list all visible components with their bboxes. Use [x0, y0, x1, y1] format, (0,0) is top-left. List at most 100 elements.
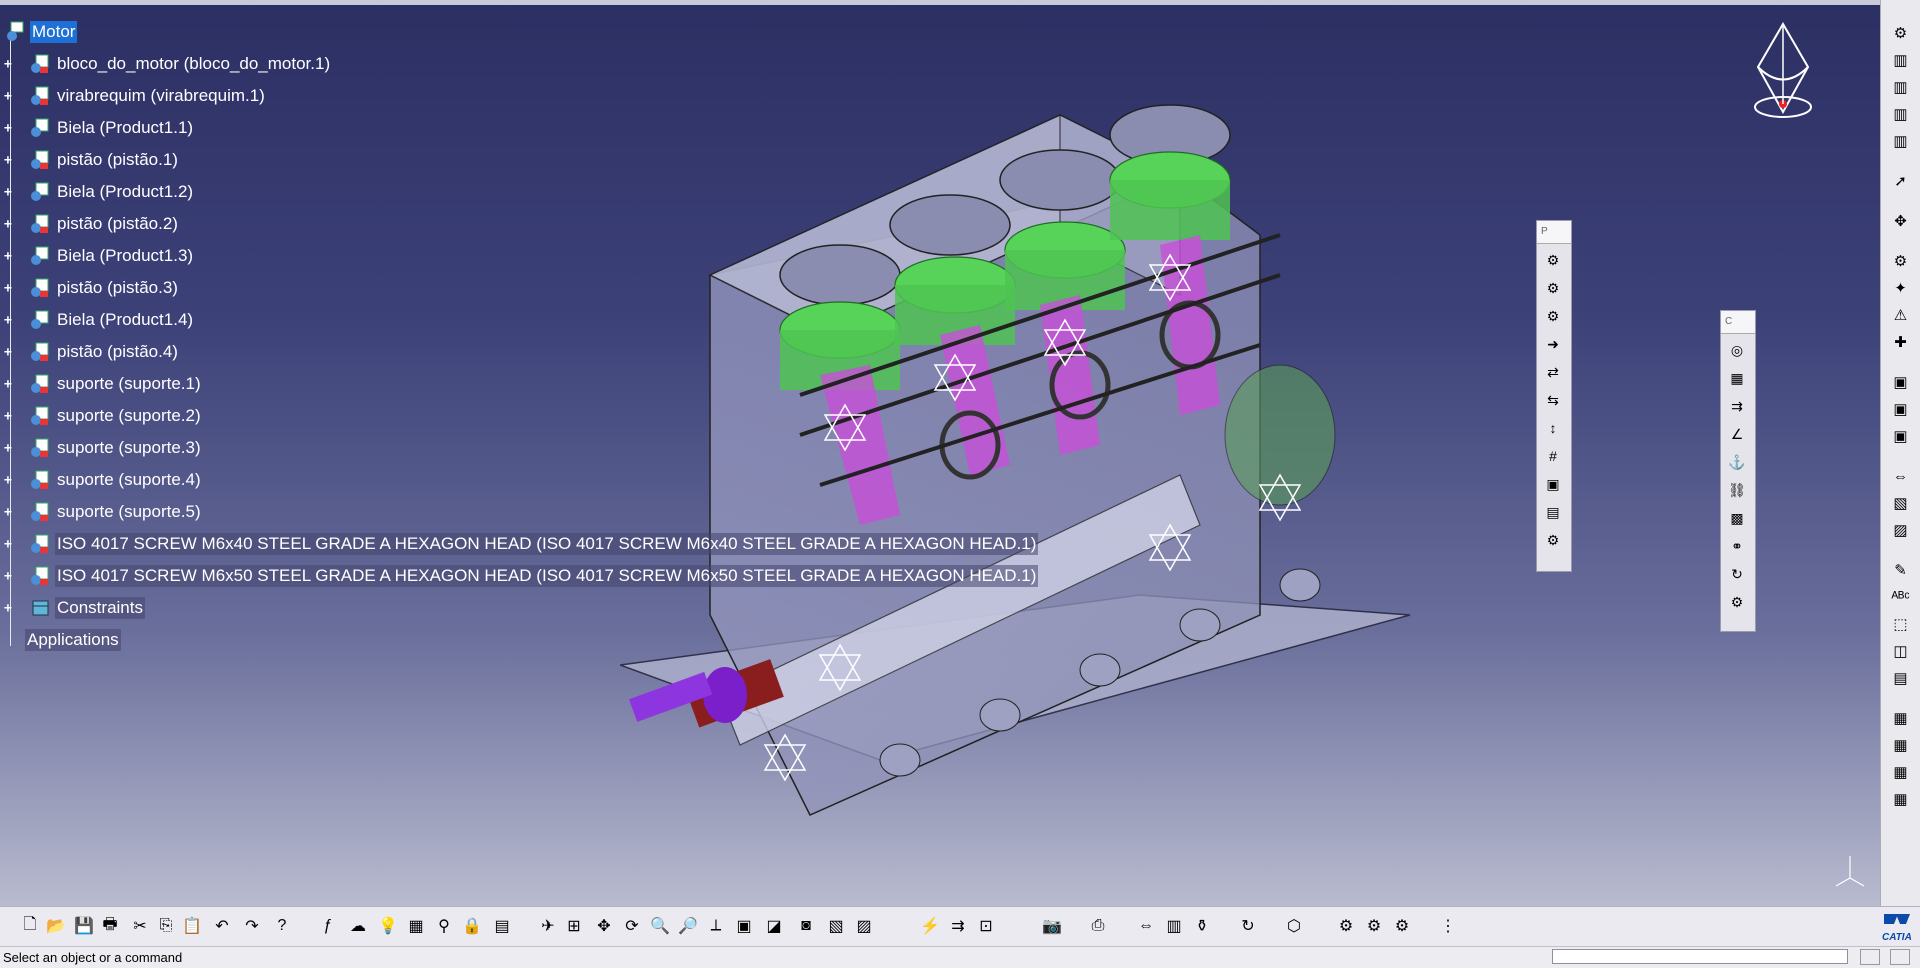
- normal-view-icon[interactable]: ⟂: [704, 913, 728, 939]
- manage-representations-icon[interactable]: ▤: [1541, 500, 1565, 524]
- multi-view-icon[interactable]: ▣: [732, 913, 756, 939]
- zoom-out-icon[interactable]: 🔎: [676, 913, 700, 939]
- replace-component-icon[interactable]: ⇄: [1541, 360, 1565, 384]
- part-icon[interactable]: ▥: [1886, 101, 1916, 127]
- piston-3[interactable]: [1004, 221, 1126, 310]
- tree-item-label[interactable]: Applications: [25, 629, 121, 651]
- flexible-rigid-icon[interactable]: ⚭: [1725, 534, 1749, 558]
- expand-icon[interactable]: +: [4, 506, 15, 519]
- update-icon[interactable]: ▦: [1886, 759, 1916, 785]
- component-icon[interactable]: ⚙: [1541, 276, 1565, 300]
- manipulate-icon[interactable]: ⇉: [946, 913, 970, 939]
- expand-icon[interactable]: +: [4, 122, 15, 135]
- formula-icon[interactable]: ƒ: [316, 913, 340, 939]
- analysis-icon[interactable]: ⎙: [1086, 913, 1110, 939]
- tree-item-label[interactable]: pistão (pistão.1): [55, 149, 180, 171]
- explode-icon[interactable]: ✦: [1886, 275, 1916, 301]
- selective-load-icon[interactable]: ▣: [1541, 472, 1565, 496]
- save-icon[interactable]: 💾: [72, 913, 96, 939]
- light-icon[interactable]: 💡: [376, 913, 400, 939]
- paste-icon[interactable]: 📋: [180, 913, 204, 939]
- compass-icon[interactable]: [1748, 22, 1818, 122]
- tree-icon[interactable]: ⚲: [432, 913, 456, 939]
- publication-icon[interactable]: ▤: [1886, 665, 1916, 691]
- lock-icon[interactable]: 🔒: [460, 913, 484, 939]
- change-constraint-icon[interactable]: ↻: [1725, 562, 1749, 586]
- measure-icon[interactable]: ⇔: [1134, 913, 1158, 939]
- view-icon[interactable]: ⬚: [1886, 611, 1916, 637]
- power-input-button-icon[interactable]: [1860, 949, 1880, 965]
- print-icon[interactable]: 🖶: [98, 913, 122, 939]
- measure-inertia-icon[interactable]: ▨: [1886, 517, 1916, 543]
- open-icon[interactable]: 📂: [44, 913, 68, 939]
- bom-bottom-icon[interactable]: ⚙: [1390, 913, 1414, 939]
- tree-item-label[interactable]: suporte (suporte.5): [55, 501, 203, 523]
- update-all-icon[interactable]: ↻: [1236, 913, 1260, 939]
- expand-icon[interactable]: +: [4, 410, 15, 423]
- tree-item-label[interactable]: pistão (pistão.3): [55, 277, 180, 299]
- text-icon[interactable]: ✎: [1886, 557, 1916, 583]
- piston-4[interactable]: [1109, 151, 1231, 240]
- part-icon[interactable]: ⚙: [1541, 304, 1565, 328]
- expand-icon[interactable]: +: [4, 602, 15, 615]
- redo-icon[interactable]: ↷: [240, 913, 264, 939]
- tree-item-label[interactable]: Biela (Product1.3): [55, 245, 195, 267]
- existing-component-icon[interactable]: ➜: [1541, 332, 1565, 356]
- product-icon[interactable]: ⚙: [1541, 248, 1565, 272]
- expand-icon[interactable]: +: [4, 218, 15, 231]
- sectioning-icon[interactable]: ⚙: [1334, 913, 1358, 939]
- expand-icon[interactable]: +: [4, 282, 15, 295]
- fix-component-icon[interactable]: ⚓: [1725, 450, 1749, 474]
- clash-icon[interactable]: ⚠: [1886, 302, 1916, 328]
- distance-icon[interactable]: ⚙: [1362, 913, 1386, 939]
- engine-block-model[interactable]: [620, 55, 1420, 835]
- angle-constraint-icon[interactable]: ∠: [1725, 422, 1749, 446]
- tree-item-label[interactable]: suporte (suporte.4): [55, 469, 203, 491]
- bottom-toolbar[interactable]: 🗋 📂 💾 🖶 ✂ ⎘ 📋 ↶ ↷ ? ƒ ☁ 💡 ▦ ⚲ 🔒 ▤ ✈ ⊞ ✥ …: [0, 906, 1920, 947]
- contact-constraint-icon[interactable]: ▦: [1725, 366, 1749, 390]
- workbench-icon[interactable]: ⚙: [1886, 20, 1916, 46]
- select-icon[interactable]: ➚: [1886, 168, 1916, 194]
- expand-icon[interactable]: +: [4, 154, 15, 167]
- fit-all-icon[interactable]: ⊞: [562, 913, 586, 939]
- tree-item-label[interactable]: pistão (pistão.4): [55, 341, 180, 363]
- undo-icon[interactable]: ↶: [210, 913, 234, 939]
- snap-bottom-icon[interactable]: ⊡: [974, 913, 998, 939]
- numbering-icon[interactable]: #: [1541, 444, 1565, 468]
- bom-icon[interactable]: ▦: [1886, 732, 1916, 758]
- catalog-browser-icon[interactable]: ⬡: [1282, 913, 1306, 939]
- tree-root-label[interactable]: Motor: [30, 21, 78, 43]
- expand-icon[interactable]: +: [4, 250, 15, 263]
- graph-tree-icon[interactable]: ⇆: [1541, 388, 1565, 412]
- fly-icon[interactable]: ✈: [536, 913, 560, 939]
- coincidence-constraint-icon[interactable]: ◎: [1725, 338, 1749, 362]
- right-toolbar[interactable]: ⚙ ▥ ▥ ▥ ▥ ➚ ✥ ⚙ ✦ ⚠ ✚ ▣ ▣ ▣ ⇔ ▧ ▨ ✎ ᴬᴮᶜ …: [1880, 0, 1920, 906]
- expand-icon[interactable]: +: [4, 346, 15, 359]
- reuse-pattern-icon[interactable]: ⚙: [1725, 590, 1749, 614]
- catalog-icon[interactable]: ▦: [1886, 705, 1916, 731]
- scenes-icon[interactable]: ▣: [1886, 369, 1916, 395]
- expand-icon[interactable]: +: [4, 58, 15, 71]
- annotation-icon[interactable]: ▣: [1886, 396, 1916, 422]
- rotate-icon[interactable]: ⟳: [620, 913, 644, 939]
- flag-note-icon[interactable]: ᴬᴮᶜ: [1886, 584, 1916, 610]
- tree-item-label[interactable]: Biela (Product1.1): [55, 117, 195, 139]
- tree-item-label[interactable]: suporte (suporte.2): [55, 405, 203, 427]
- weld-icon[interactable]: ▣: [1886, 423, 1916, 449]
- expand-icon[interactable]: +: [4, 442, 15, 455]
- clipboard-icon[interactable]: ▥: [1162, 913, 1186, 939]
- tree-item-label[interactable]: pistão (pistão.2): [55, 213, 180, 235]
- shading-icon[interactable]: ◙: [794, 913, 818, 939]
- expand-icon[interactable]: +: [4, 474, 15, 487]
- snap-icon[interactable]: ⚙: [1886, 248, 1916, 274]
- report-icon[interactable]: ▦: [1886, 786, 1916, 812]
- expand-icon[interactable]: +: [4, 570, 15, 583]
- tree-item-label[interactable]: ISO 4017 SCREW M6x50 STEEL GRADE A HEXAG…: [55, 565, 1039, 587]
- product-icon[interactable]: ▥: [1886, 47, 1916, 73]
- camera-icon[interactable]: 📷: [1040, 913, 1064, 939]
- knowledge-icon[interactable]: ☁: [346, 913, 370, 939]
- 3d-viewport[interactable]: Motor + bloco_do_motor (bloco_do_motor.1…: [0, 0, 1881, 906]
- toolbar-title[interactable]: P: [1537, 221, 1571, 244]
- smart-move-icon[interactable]: ✚: [1886, 329, 1916, 355]
- fix-together-icon[interactable]: ⛓: [1725, 478, 1749, 502]
